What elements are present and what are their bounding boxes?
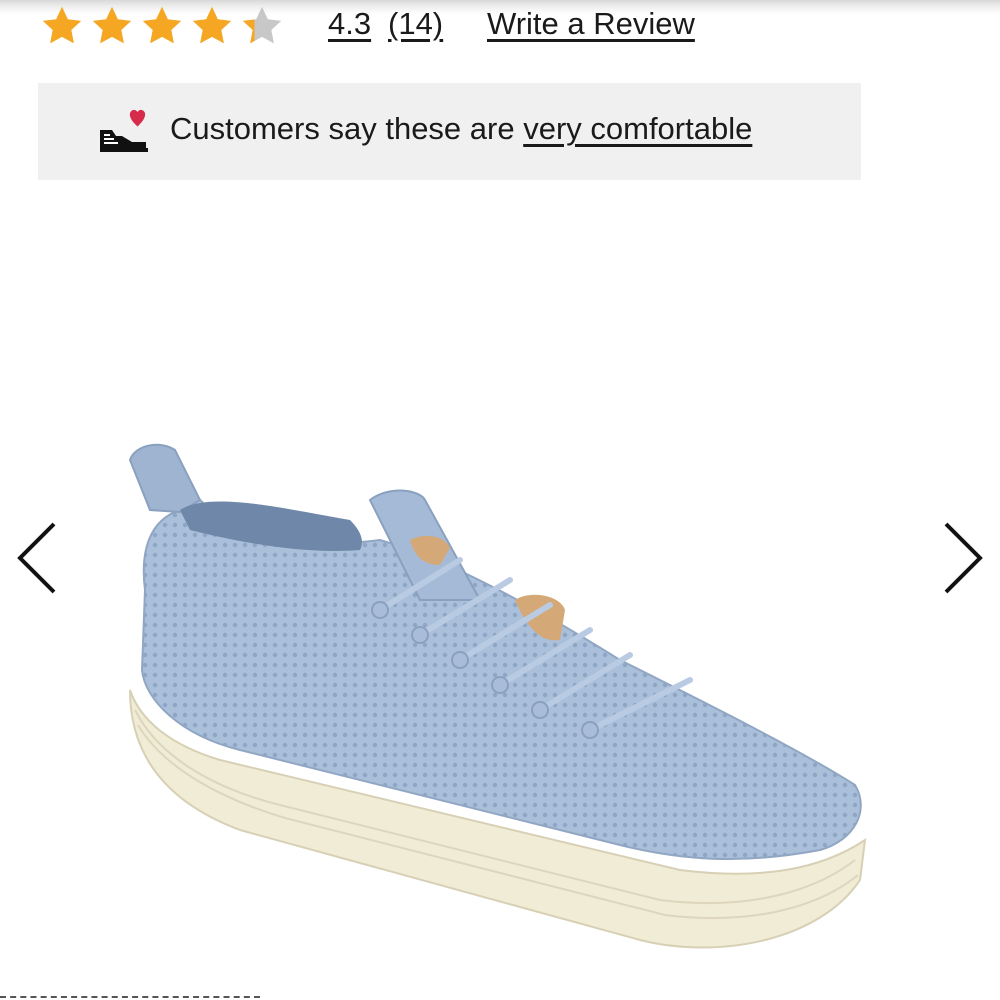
star-rating[interactable]: [38, 4, 286, 48]
chevron-left-icon[interactable]: [12, 518, 62, 598]
partial-star-icon: [242, 6, 282, 44]
comfort-banner: Customers say these are very comfortable: [38, 83, 861, 180]
comfort-statement: Customers say these are very comfortable: [170, 111, 752, 147]
sneaker-heart-icon: [100, 109, 148, 152]
section-divider: [0, 996, 260, 998]
review-count-link[interactable]: (14): [388, 6, 443, 42]
chevron-right-icon[interactable]: [938, 518, 988, 598]
star-icon: [92, 6, 132, 44]
very-comfortable-link[interactable]: very comfortable: [523, 111, 752, 146]
rating-value-link[interactable]: 4.3: [328, 6, 371, 42]
product-image-carousel: [0, 200, 1000, 980]
star-icon: [142, 6, 182, 44]
star-icon: [42, 6, 82, 44]
rating-summary: 4.3 (14) Write a Review: [0, 0, 1000, 50]
product-image[interactable]: [120, 440, 880, 980]
write-review-link[interactable]: Write a Review: [487, 6, 695, 42]
star-icon: [192, 6, 232, 44]
comfort-text: Customers say these are: [170, 111, 524, 146]
